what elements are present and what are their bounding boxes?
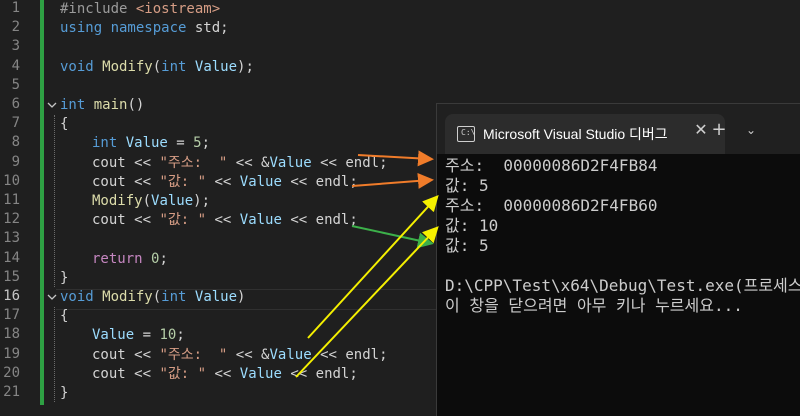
console-output-line: D:\CPP\Test\x64\Debug\Test.exe(프로세스 — [445, 276, 800, 295]
console-output-line: 값: 10 — [445, 216, 499, 235]
line-number: 13 — [3, 230, 20, 246]
fold-collapse-icon[interactable] — [47, 100, 57, 110]
line-number: 1 — [11, 0, 20, 16]
tab-title: Microsoft Visual Studio 디버그 — [483, 126, 668, 142]
terminal-icon: C:\ — [457, 126, 475, 142]
code-line-11: Modify(Value); — [92, 193, 211, 209]
line-number: 5 — [11, 77, 20, 93]
line-number: 12 — [3, 211, 20, 227]
code-line-19: cout << "주소: " << &Value << endl; — [92, 347, 388, 363]
code-line-2: using namespace std; — [60, 20, 229, 36]
code-line-8: int Value = 5; — [92, 135, 211, 151]
console-output-line: 값: 5 — [445, 236, 489, 255]
code-line-10: cout << "값: " << Value << endl; — [92, 174, 358, 190]
code-line-4: void Modify(int Value); — [60, 59, 254, 75]
code-line-14: return 0; — [92, 251, 168, 267]
line-number: 6 — [11, 96, 20, 112]
line-number: 19 — [3, 346, 20, 362]
line-number: 8 — [11, 134, 20, 150]
code-line-16: void Modify(int Value) — [60, 289, 246, 305]
line-number-gutter: 1 2 3 4 5 6 7 8 9 10 11 12 13 14 15 16 1… — [0, 0, 36, 415]
line-number-active: 16 — [3, 288, 20, 304]
terminal-tab[interactable]: C:\ Microsoft Visual Studio 디버그 ✕ — [445, 114, 725, 154]
line-number: 9 — [11, 154, 20, 170]
code-line-7: { — [60, 116, 69, 132]
code-line-12: cout << "값: " << Value << endl; — [92, 212, 358, 228]
line-number: 14 — [3, 250, 20, 266]
terminal-tab-bar: C:\ Microsoft Visual Studio 디버그 ✕ + ⌄ — [437, 104, 800, 154]
change-indicator-bar — [40, 0, 44, 405]
line-number: 17 — [3, 307, 20, 323]
line-number: 15 — [3, 269, 20, 285]
code-line-9: cout << "주소: " << &Value << endl; — [92, 155, 388, 171]
console-output-line: 값: 5 — [445, 176, 489, 195]
debug-console-window[interactable]: C:\ Microsoft Visual Studio 디버그 ✕ + ⌄ 주소… — [436, 103, 800, 416]
console-output-line: 이 창을 닫으려면 아무 키나 누르세요... — [445, 296, 743, 315]
code-line-6: int main() — [60, 97, 145, 113]
code-line-20: cout << "값: " << Value << endl; — [92, 366, 358, 382]
line-number: 4 — [11, 58, 20, 74]
indent-guide — [54, 307, 55, 402]
line-number: 18 — [3, 326, 20, 342]
line-number: 21 — [3, 384, 20, 400]
code-line-17: { — [60, 308, 69, 324]
line-number: 11 — [3, 192, 20, 208]
line-number: 2 — [11, 19, 20, 35]
line-number: 20 — [3, 365, 20, 381]
code-line-18: Value = 10; — [92, 327, 185, 343]
indent-guide — [54, 115, 55, 287]
line-number: 3 — [11, 38, 20, 54]
chevron-down-icon[interactable]: ⌄ — [741, 120, 761, 140]
line-number: 10 — [3, 173, 20, 189]
code-line-1: #include <iostream> — [60, 1, 221, 17]
line-number: 7 — [11, 115, 20, 131]
plus-icon[interactable]: + — [709, 120, 729, 140]
console-output-line: 주소: 00000086D2F4FB84 — [445, 156, 658, 175]
code-line-21: } — [60, 385, 69, 401]
code-line-15: } — [60, 270, 69, 286]
close-icon[interactable]: ✕ — [691, 120, 711, 140]
console-output-line: 주소: 00000086D2F4FB60 — [445, 196, 658, 215]
